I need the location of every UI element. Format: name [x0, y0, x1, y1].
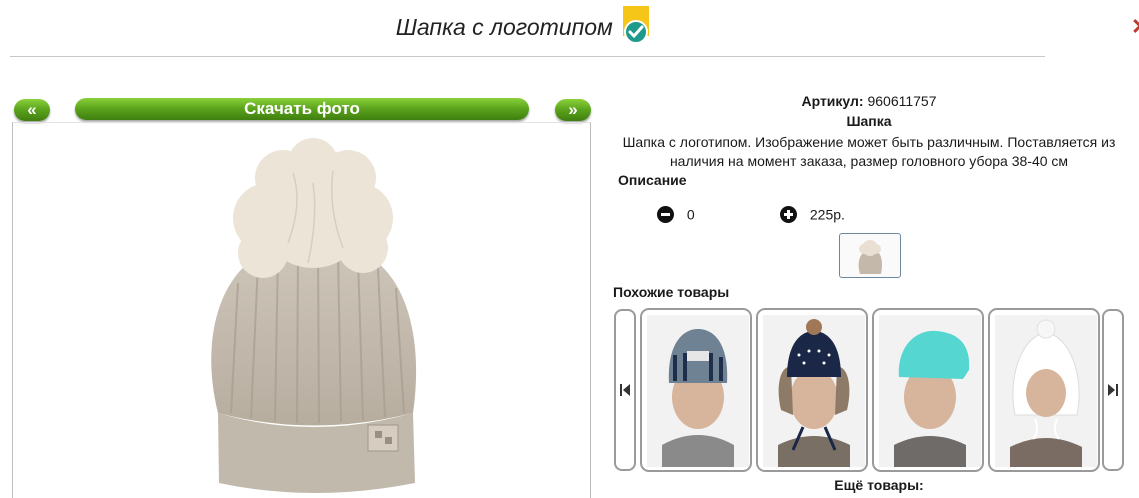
verified-badge-icon: [623, 6, 650, 44]
similar-card[interactable]: [640, 308, 752, 472]
skip-back-icon: [620, 384, 630, 396]
sku-line: Артикул: 960611757: [612, 93, 1126, 109]
page-title: Шапка с логотипом: [395, 13, 613, 40]
similar-card[interactable]: [756, 308, 868, 472]
similar-products-title: Похожие товары: [613, 284, 730, 300]
hat-pompom-earflaps-photo-icon: [763, 315, 865, 467]
photo-next-button[interactable]: »: [555, 99, 591, 121]
close-icon[interactable]: ✕: [1131, 14, 1139, 40]
similar-card[interactable]: [872, 308, 984, 472]
similar-next-button[interactable]: [1102, 309, 1124, 471]
hat-white-ties-photo-icon: [995, 315, 1097, 467]
header-divider: [10, 56, 1045, 57]
similar-card[interactable]: [988, 308, 1100, 472]
similar-prev-button[interactable]: [614, 309, 636, 471]
price-value: 225р.: [809, 206, 845, 223]
plus-circle-icon[interactable]: [780, 205, 797, 223]
more-products-title: Ещё товары:: [834, 477, 924, 493]
product-photo: [12, 122, 591, 498]
product-description: Шапка с логотипом. Изображение может быт…: [622, 134, 1116, 169]
title-wrap: Шапка с логотипом: [0, 6, 1045, 46]
product-kind: Шапка: [846, 113, 892, 129]
hat-turquoise-photo-icon: [879, 315, 981, 467]
skip-forward-icon: [1108, 384, 1118, 396]
quantity-control: 0: [657, 205, 695, 223]
description-heading: Описание: [618, 172, 687, 188]
quantity-value: 0: [686, 206, 695, 223]
photo-prev-button[interactable]: «: [14, 99, 50, 121]
sku-label: Артикул:: [801, 93, 864, 109]
hat-striped-photo-icon: [647, 315, 749, 467]
minus-circle-icon[interactable]: [657, 205, 674, 223]
price-control: 225р.: [780, 205, 845, 223]
download-photo-button[interactable]: Скачать фото: [75, 98, 529, 120]
sku-value: 960611757: [867, 93, 937, 109]
photo-thumbnail[interactable]: [839, 233, 901, 278]
